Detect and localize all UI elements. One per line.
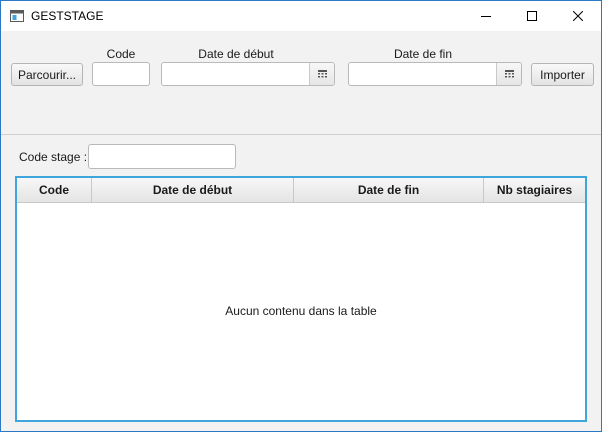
window-title: GESTSTAGE [31, 9, 104, 23]
code-stage-input[interactable] [88, 144, 236, 169]
column-header-nb-stagiaires[interactable]: Nb stagiaires [484, 178, 585, 202]
start-date-label: Date de début [198, 47, 274, 61]
app-window: GESTSTAGE Parcourir... Code Date de débu… [0, 0, 602, 432]
maximize-icon [527, 11, 537, 21]
close-icon [573, 11, 583, 21]
table-header: Code Date de début Date de fin Nb stagia… [17, 178, 585, 203]
minimize-icon [481, 11, 491, 21]
calendar-icon [317, 67, 327, 81]
stages-table[interactable]: Code Date de début Date de fin Nb stagia… [15, 176, 587, 422]
column-header-start-date[interactable]: Date de début [92, 178, 294, 202]
browse-button[interactable]: Parcourir... [11, 63, 83, 86]
app-icon [10, 10, 24, 22]
start-date-picker[interactable] [161, 62, 335, 86]
code-stage-label: Code stage : [19, 150, 88, 164]
end-date-picker[interactable] [348, 62, 522, 86]
column-header-end-date[interactable]: Date de fin [294, 178, 484, 202]
start-date-calendar-button[interactable] [309, 63, 334, 85]
minimize-button[interactable] [463, 1, 509, 31]
end-date-label: Date de fin [393, 47, 453, 61]
code-label: Code [106, 47, 136, 61]
end-date-calendar-button[interactable] [496, 63, 521, 85]
close-button[interactable] [555, 1, 601, 31]
title-bar: GESTSTAGE [1, 1, 601, 31]
import-button[interactable]: Importer [531, 63, 594, 86]
divider [1, 134, 601, 135]
code-input[interactable] [92, 62, 150, 86]
column-header-code[interactable]: Code [17, 178, 92, 202]
maximize-button[interactable] [509, 1, 555, 31]
empty-table-message: Aucun contenu dans la table [225, 304, 377, 318]
calendar-icon [504, 67, 514, 81]
